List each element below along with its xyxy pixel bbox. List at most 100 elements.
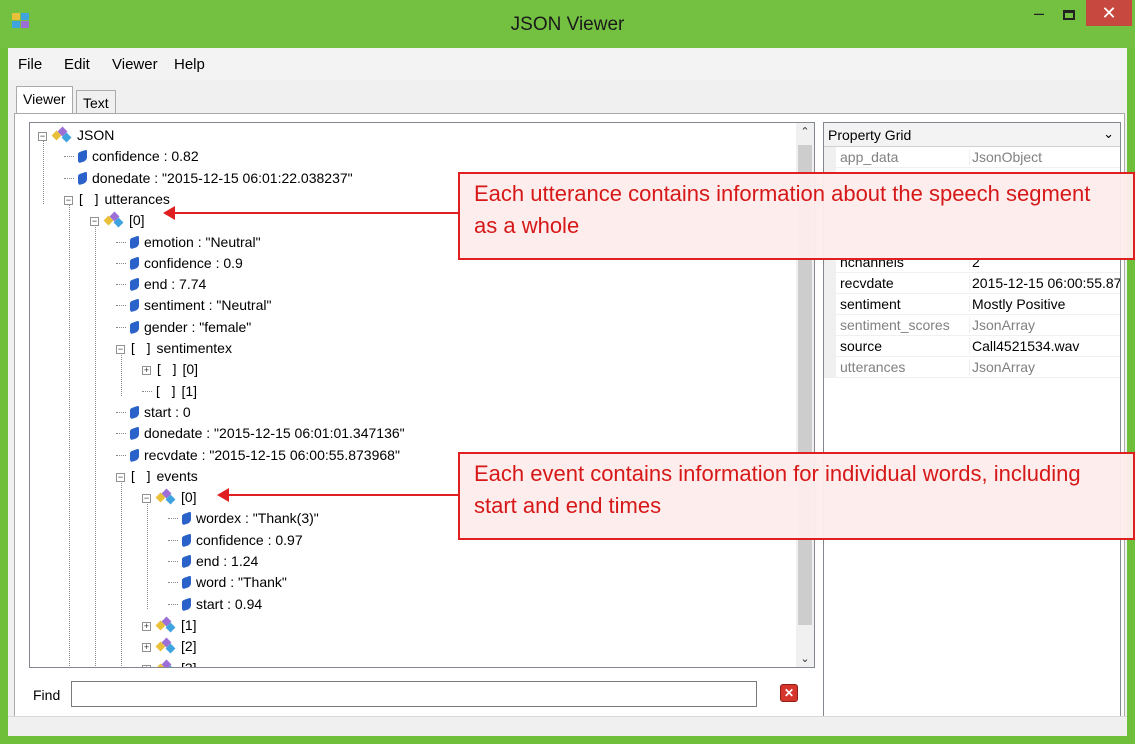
property-row[interactable]: sentiment_scores JsonArray — [824, 315, 1120, 336]
tree-node[interactable]: gender : "female" — [116, 317, 251, 337]
status-bar — [8, 716, 1127, 736]
tree-node[interactable]: recvdate : "2015-12-15 06:00:55.873968" — [116, 445, 400, 465]
tree-node[interactable]: donedate : "2015-12-15 06:01:22.038237" — [64, 168, 353, 188]
tree-node[interactable]: −[ ] sentimentex — [116, 338, 232, 358]
tree-node[interactable]: − [0] — [90, 210, 145, 230]
collapse-icon[interactable]: − — [116, 345, 125, 354]
property-value: Call4521534.wav — [972, 338, 1080, 354]
property-name: app_data — [840, 149, 970, 165]
tree-connector — [168, 539, 178, 541]
tree-node-label: start : 0 — [144, 403, 191, 420]
tree-node-label: confidence : 0.82 — [92, 148, 199, 165]
property-value: 2015-12-15 06:00:55.873 — [972, 275, 1121, 291]
json-value-icon — [130, 234, 139, 250]
scroll-down-icon[interactable]: ⌄ — [796, 652, 814, 665]
menu-edit[interactable]: Edit — [64, 56, 90, 73]
property-row[interactable]: utterances JsonArray — [824, 357, 1120, 378]
tree-node[interactable]: − JSON — [38, 125, 114, 145]
json-array-icon: [ ] — [154, 384, 178, 400]
tree-connector — [168, 603, 178, 605]
menu-file[interactable]: File — [18, 56, 42, 73]
tree-node[interactable]: confidence : 0.9 — [116, 253, 243, 273]
tree-node[interactable]: confidence : 0.82 — [64, 146, 199, 166]
callout-arrow — [217, 488, 458, 502]
expand-icon[interactable]: + — [142, 664, 151, 667]
tree-node-label: donedate : "2015-12-15 06:01:01.347136" — [144, 425, 405, 442]
tree-node[interactable]: start : 0.94 — [168, 594, 262, 614]
tree-node[interactable]: end : 7.74 — [116, 274, 206, 294]
tree-node[interactable]: end : 1.24 — [168, 551, 258, 571]
tree-connector — [116, 284, 126, 286]
maximize-icon — [1063, 10, 1075, 20]
window-title: JSON Viewer — [510, 14, 625, 35]
tree-node[interactable]: + [3] — [142, 658, 197, 667]
title-bar[interactable]: JSON Viewer – ✕ — [0, 0, 1135, 48]
tree-node[interactable]: + [ ] [0] — [142, 359, 198, 379]
json-array-icon: [ ] — [129, 342, 153, 357]
tree-connector — [168, 582, 178, 584]
menu-bar: File Edit Viewer Help — [8, 48, 1127, 80]
expand-icon[interactable]: + — [142, 621, 151, 631]
scroll-up-icon[interactable]: ⌃ — [796, 125, 814, 138]
tree-node-label: events — [156, 467, 198, 484]
tree-node[interactable]: −[ ] events — [116, 466, 198, 486]
json-object-icon — [155, 637, 177, 654]
expand-icon[interactable]: + — [142, 366, 151, 376]
property-name: recvdate — [840, 275, 970, 291]
tree-node[interactable]: wordex : "Thank(3)" — [168, 508, 319, 528]
tree-connector — [116, 433, 126, 435]
tree-node[interactable]: emotion : "Neutral" — [116, 232, 261, 252]
property-grid-title: Property Grid — [828, 127, 912, 143]
tree-connector — [116, 262, 126, 264]
collapse-icon[interactable]: − — [142, 494, 151, 504]
tree-node[interactable]: −[ ] utterances — [64, 189, 170, 209]
tree-node[interactable]: donedate : "2015-12-15 06:01:01.347136" — [116, 423, 405, 443]
maximize-button[interactable] — [1055, 6, 1083, 28]
property-row-gutter — [824, 294, 836, 315]
collapse-icon[interactable]: − — [38, 132, 47, 141]
tree-node-label: [1] — [181, 382, 198, 399]
app-window: JSON Viewer – ✕ File Edit Viewer Help Vi… — [0, 0, 1135, 744]
property-row[interactable]: source Call4521534.wav — [824, 336, 1120, 357]
minimize-button[interactable]: – — [1025, 4, 1053, 28]
property-row[interactable]: recvdate 2015-12-15 06:00:55.873 — [824, 273, 1120, 294]
json-value-icon — [130, 426, 139, 441]
tree-node[interactable]: word : "Thank" — [168, 572, 287, 592]
json-value-icon — [182, 533, 191, 548]
tree-node-label: end : 7.74 — [144, 276, 207, 293]
property-grid-header[interactable]: Property Grid ⌄ — [824, 123, 1120, 147]
tree-node-label: confidence : 0.97 — [196, 531, 303, 548]
tree-node-label: emotion : "Neutral" — [144, 233, 261, 250]
collapse-icon[interactable]: − — [64, 195, 73, 205]
tree-node[interactable]: [ ] [1] — [142, 381, 197, 401]
tree-connector — [64, 156, 74, 158]
tree-node[interactable]: confidence : 0.97 — [168, 530, 303, 550]
collapse-icon[interactable]: − — [116, 472, 125, 482]
tree-node[interactable]: + [1] — [142, 615, 197, 635]
json-array-icon: [ ] — [129, 469, 153, 485]
tab-text[interactable]: Text — [76, 90, 116, 114]
callout-utterance: Each utterance contains information abou… — [458, 172, 1135, 260]
property-name: sentiment_scores — [840, 317, 970, 333]
tree-node[interactable]: + [2] — [142, 636, 197, 656]
property-row[interactable]: sentiment Mostly Positive — [824, 294, 1120, 315]
property-row-gutter — [824, 357, 836, 378]
property-value: JsonArray — [972, 359, 1036, 375]
tree-connector — [116, 454, 126, 456]
tree-node-label: [0] — [129, 212, 145, 229]
menu-help[interactable]: Help — [174, 56, 205, 73]
expand-icon[interactable]: + — [142, 643, 151, 653]
property-value: JsonObject — [972, 149, 1043, 165]
close-button[interactable]: ✕ — [1086, 0, 1132, 26]
find-input[interactable] — [71, 681, 757, 707]
tab-viewer[interactable]: Viewer — [16, 86, 73, 114]
tree-connector — [116, 411, 126, 413]
menu-viewer[interactable]: Viewer — [112, 56, 158, 73]
chevron-down-icon[interactable]: ⌄ — [1103, 126, 1114, 142]
tree-node[interactable]: sentiment : "Neutral" — [116, 295, 271, 315]
tree-node[interactable]: − [0] — [142, 487, 197, 507]
property-row[interactable]: app_data JsonObject — [824, 147, 1120, 168]
clear-find-button[interactable]: ✕ — [780, 684, 798, 702]
tree-node[interactable]: start : 0 — [116, 402, 191, 422]
collapse-icon[interactable]: − — [90, 217, 99, 227]
